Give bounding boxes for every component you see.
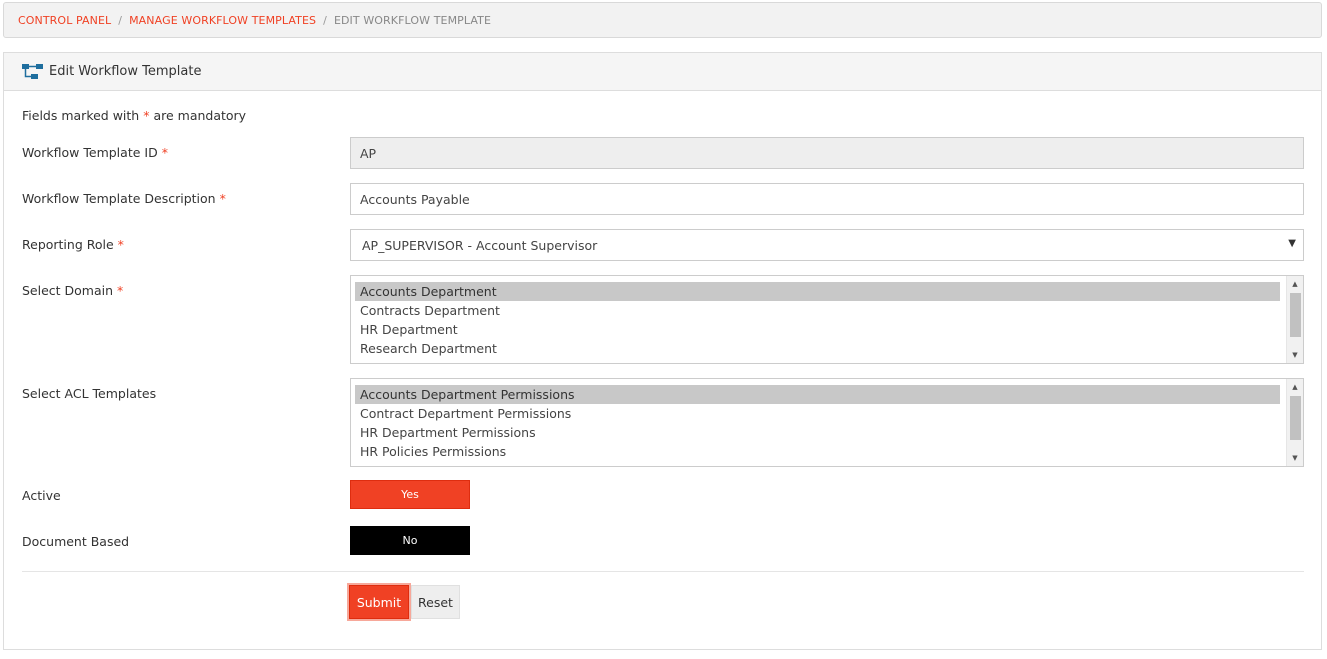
chevron-down-icon: ▼: [1288, 238, 1296, 249]
form-divider: [22, 571, 1304, 572]
breadcrumb-separator: /: [323, 13, 327, 27]
edit-workflow-panel: Edit Workflow Template Fields marked wit…: [3, 52, 1322, 650]
acl-option-accounts[interactable]: Accounts Department Permissions: [355, 385, 1280, 404]
required-star: *: [143, 108, 150, 123]
description-input[interactable]: [350, 183, 1304, 215]
description-label-text: Workflow Template Description: [22, 191, 216, 206]
panel-heading: Edit Workflow Template: [4, 53, 1321, 91]
active-label: Active: [22, 488, 61, 503]
required-star: *: [117, 237, 124, 252]
breadcrumb-manage-workflow-templates[interactable]: MANAGE WORKFLOW TEMPLATES: [129, 14, 316, 27]
breadcrumb-separator: /: [118, 13, 123, 27]
mandatory-note-suffix: are mandatory: [153, 108, 247, 123]
scroll-up-icon[interactable]: ▲: [1287, 276, 1303, 292]
acl-listbox[interactable]: Accounts Department Permissions Contract…: [350, 378, 1304, 467]
template-id-input[interactable]: [350, 137, 1304, 169]
template-id-label-text: Workflow Template ID: [22, 145, 158, 160]
acl-option-hr[interactable]: HR Department Permissions: [355, 423, 1280, 442]
required-star: *: [117, 283, 124, 298]
scrollbar-thumb[interactable]: [1290, 396, 1301, 440]
breadcrumb-control-panel[interactable]: CONTROL PANEL: [18, 14, 111, 27]
domain-label-text: Select Domain: [22, 283, 114, 298]
reporting-role-label: Reporting Role *: [22, 237, 124, 252]
scrollbar-thumb[interactable]: [1290, 293, 1301, 337]
breadcrumb: CONTROL PANEL / MANAGE WORKFLOW TEMPLATE…: [3, 2, 1322, 38]
acl-option-hr-policies[interactable]: HR Policies Permissions: [355, 442, 1280, 461]
acl-option-contract[interactable]: Contract Department Permissions: [355, 404, 1280, 423]
acl-options: Accounts Department Permissions Contract…: [355, 385, 1280, 461]
reporting-role-value: AP_SUPERVISOR - Account Supervisor: [362, 237, 598, 253]
domain-label: Select Domain *: [22, 283, 123, 298]
domain-option-research[interactable]: Research Department: [355, 339, 1280, 358]
required-star: *: [161, 145, 168, 160]
document-based-label-text: Document Based: [22, 534, 130, 549]
description-label: Workflow Template Description *: [22, 191, 226, 206]
active-toggle-label: Yes: [401, 488, 419, 501]
acl-label-text: Select ACL Templates: [22, 386, 157, 401]
acl-scrollbar[interactable]: ▲ ▼: [1286, 379, 1303, 466]
domain-options: Accounts Department Contracts Department…: [355, 282, 1280, 358]
acl-label: Select ACL Templates: [22, 386, 156, 401]
mandatory-note: Fields marked with * are mandatory: [22, 108, 246, 123]
reset-button[interactable]: Reset: [411, 585, 460, 619]
submit-button[interactable]: Submit: [349, 585, 409, 619]
workflow-icon: [22, 63, 43, 79]
document-based-label: Document Based: [22, 534, 129, 549]
reporting-role-label-text: Reporting Role: [22, 237, 114, 252]
domain-listbox[interactable]: Accounts Department Contracts Department…: [350, 275, 1304, 364]
scroll-down-icon[interactable]: ▼: [1287, 450, 1303, 466]
domain-option-contracts[interactable]: Contracts Department: [355, 301, 1280, 320]
active-toggle[interactable]: Yes: [350, 480, 470, 509]
required-star: *: [219, 191, 226, 206]
domain-option-hr[interactable]: HR Department: [355, 320, 1280, 339]
breadcrumb-current: EDIT WORKFLOW TEMPLATE: [333, 13, 492, 27]
document-based-toggle-label: No: [402, 534, 418, 547]
active-label-text: Active: [22, 488, 61, 503]
document-based-toggle[interactable]: No: [350, 526, 470, 555]
template-id-label: Workflow Template ID *: [22, 145, 168, 160]
reporting-role-select[interactable]: AP_SUPERVISOR - Account Supervisor ▼: [350, 229, 1304, 261]
mandatory-note-prefix: Fields marked with: [22, 108, 140, 123]
scroll-up-icon[interactable]: ▲: [1287, 379, 1303, 395]
panel-title: Edit Workflow Template: [49, 64, 202, 79]
domain-option-accounts[interactable]: Accounts Department: [355, 282, 1280, 301]
domain-scrollbar[interactable]: ▲ ▼: [1286, 276, 1303, 363]
scroll-down-icon[interactable]: ▼: [1287, 347, 1303, 363]
